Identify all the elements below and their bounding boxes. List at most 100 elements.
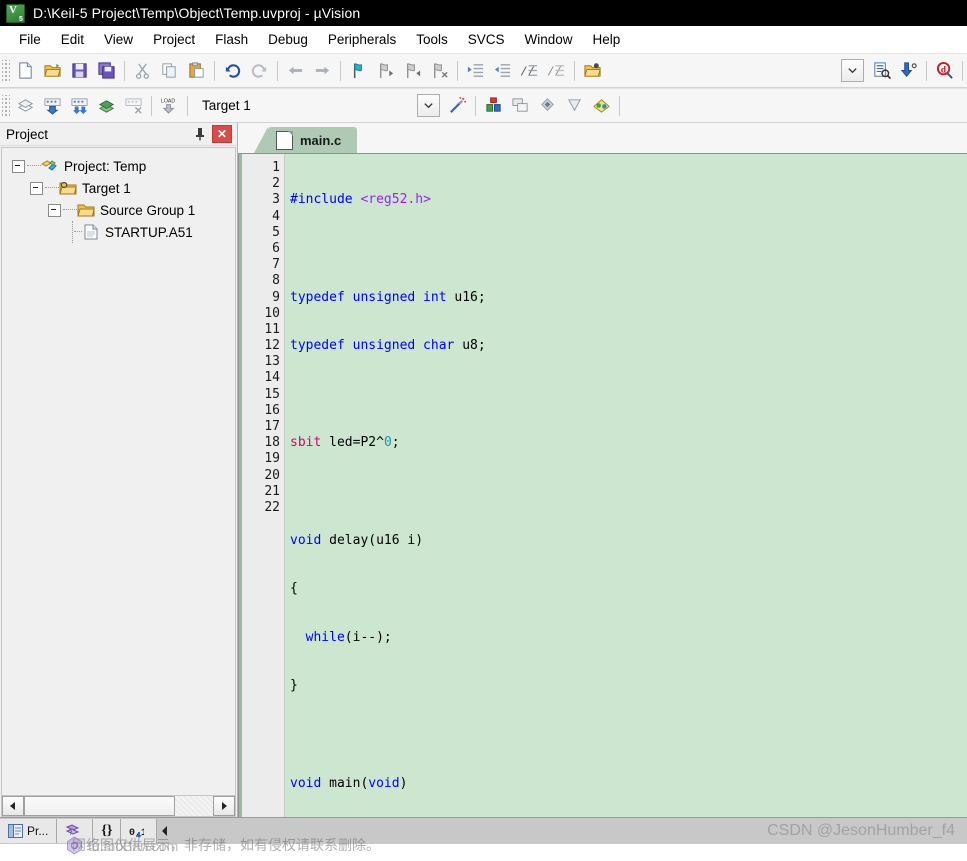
- close-icon[interactable]: ✕: [212, 125, 232, 143]
- menu-item-svcs[interactable]: SVCS: [458, 29, 515, 50]
- menu-item-help[interactable]: Help: [583, 29, 631, 50]
- bottom-tab-templates[interactable]: 0,1: [121, 819, 158, 843]
- window-title: D:\Keil-5 Project\Temp\Object\Temp.uvpro…: [33, 5, 361, 21]
- line-number: 7: [272, 257, 280, 273]
- line-number: 6: [272, 240, 280, 256]
- menu-item-peripherals[interactable]: Peripherals: [318, 29, 406, 50]
- batch-build-icon[interactable]: [93, 93, 120, 118]
- tree-item-source-group-1[interactable]: Source Group 1: [2, 199, 235, 221]
- multi-project-window-icon[interactable]: [507, 93, 534, 118]
- code-token-header: <reg52.h>: [360, 192, 431, 208]
- save-all-icon[interactable]: [93, 58, 120, 83]
- bottom-tabbar-empty: [173, 819, 967, 843]
- indent-increase-icon[interactable]: [462, 58, 489, 83]
- toolbar-separator: [124, 60, 125, 81]
- line-number: 12: [264, 338, 280, 354]
- open-project-icon[interactable]: [579, 58, 606, 83]
- tree-item-project-temp[interactable]: Project: Temp: [2, 155, 235, 177]
- tree-connector: [74, 231, 82, 233]
- expander-icon[interactable]: [30, 181, 43, 195]
- tab-main-c[interactable]: main.c: [253, 127, 358, 153]
- menu-item-project[interactable]: Project: [143, 29, 205, 50]
- toolbar-grip[interactable]: [2, 94, 10, 117]
- scroll-left-arrow-icon[interactable]: [2, 796, 24, 816]
- toolbar-grip[interactable]: [2, 59, 10, 82]
- source-group-folder-icon: [77, 204, 95, 217]
- hscrollbar-thumb[interactable]: [24, 796, 176, 816]
- manage-run-time-env-icon[interactable]: [561, 93, 588, 118]
- indent-decrease-icon[interactable]: [489, 58, 516, 83]
- menu-item-file[interactable]: File: [9, 29, 51, 50]
- editor-tabstrip: main.c: [238, 123, 967, 153]
- undo-icon[interactable]: [219, 58, 246, 83]
- menu-item-tools[interactable]: Tools: [406, 29, 458, 50]
- debug-search-icon[interactable]: d: [931, 58, 958, 83]
- code-line: void delay(u16 i): [290, 532, 424, 548]
- project-panel-hscrollbar[interactable]: [1, 796, 236, 817]
- scroll-right-arrow-icon[interactable]: [213, 796, 235, 816]
- open-folder-icon[interactable]: [39, 58, 66, 83]
- paste-icon[interactable]: [183, 58, 210, 83]
- collapse-left-arrow-icon[interactable]: [157, 819, 174, 843]
- project-tree[interactable]: Project: Temp Target 1 Source Group 1 ST…: [1, 147, 236, 796]
- code-text[interactable]: #include <reg52.h> typedef unsigned int …: [285, 154, 967, 817]
- project-panel-header: Project ✕: [0, 123, 237, 146]
- navigate-back-icon[interactable]: [282, 58, 309, 83]
- target-selector[interactable]: Target 1: [192, 94, 417, 118]
- bookmark-toggle-icon[interactable]: [345, 58, 372, 83]
- tree-item-target-1[interactable]: Target 1: [2, 177, 235, 199]
- pack-installer-icon[interactable]: [534, 93, 561, 118]
- code-line: }: [290, 678, 298, 694]
- save-icon[interactable]: [66, 58, 93, 83]
- manage-project-items-icon[interactable]: [480, 93, 507, 118]
- configuration-wizard-icon[interactable]: [588, 93, 615, 118]
- code-editor[interactable]: 1 2 3 4 5 6 7 8 9 10 11 12 13 14 15 16 1…: [238, 153, 967, 817]
- window-titlebar: D:\Keil-5 Project\Temp\Object\Temp.uvpro…: [0, 0, 967, 26]
- insert-download-icon[interactable]: [895, 58, 922, 83]
- bottom-tab-books[interactable]: ?: [57, 819, 94, 843]
- tree-connector: [27, 165, 41, 167]
- target-dropdown-arrow-icon[interactable]: [417, 94, 440, 117]
- combo-arrow-box[interactable]: [841, 59, 864, 82]
- navigate-forward-icon[interactable]: [309, 58, 336, 83]
- copy-icon[interactable]: [156, 58, 183, 83]
- menu-item-flash[interactable]: Flash: [205, 29, 258, 50]
- code-token-keyword: void: [290, 775, 322, 791]
- redo-icon[interactable]: [246, 58, 273, 83]
- uncomment-lines-icon[interactable]: //: [543, 58, 570, 83]
- menu-item-view[interactable]: View: [94, 29, 143, 50]
- code-token-keyword: void: [368, 775, 400, 791]
- find-in-files-icon[interactable]: [868, 58, 895, 83]
- bottom-tabbar: Pr... ? {} 0,1: [0, 817, 967, 844]
- bottom-tab-project[interactable]: Pr...: [0, 819, 58, 843]
- stop-build-icon[interactable]: [120, 93, 147, 118]
- download-load-icon[interactable]: LOAD: [156, 93, 183, 118]
- expander-icon[interactable]: [12, 159, 25, 173]
- magic-wand-target-options-icon[interactable]: [444, 93, 471, 118]
- bookmark-prev-icon[interactable]: [372, 58, 399, 83]
- bottom-tab-functions[interactable]: {}: [93, 819, 122, 843]
- menu-item-debug[interactable]: Debug: [258, 29, 318, 50]
- hscrollbar-track[interactable]: [24, 796, 213, 816]
- translate-file-icon[interactable]: [12, 93, 39, 118]
- code-token-keyword: void: [290, 532, 322, 548]
- menu-item-window[interactable]: Window: [514, 29, 582, 50]
- combo-dropdown-icon[interactable]: [841, 58, 868, 83]
- cut-icon[interactable]: [129, 58, 156, 83]
- project-window-icon: [8, 824, 23, 838]
- build-target-icon[interactable]: [39, 93, 66, 118]
- tree-item-startup-a51[interactable]: STARTUP.A51: [2, 221, 235, 243]
- pin-icon[interactable]: [190, 125, 210, 143]
- menubar: File Edit View Project Flash Debug Perip…: [0, 26, 967, 53]
- expander-icon[interactable]: [48, 203, 61, 217]
- rebuild-all-icon[interactable]: [66, 93, 93, 118]
- line-number: 19: [264, 451, 280, 467]
- new-file-icon[interactable]: [12, 58, 39, 83]
- target-label: Target 1: [202, 98, 251, 113]
- comment-lines-icon[interactable]: //: [516, 58, 543, 83]
- menu-item-edit[interactable]: Edit: [51, 29, 94, 50]
- toolbar-separator: [277, 60, 278, 81]
- bookmark-clear-icon[interactable]: [426, 58, 453, 83]
- bookmark-next-icon[interactable]: [399, 58, 426, 83]
